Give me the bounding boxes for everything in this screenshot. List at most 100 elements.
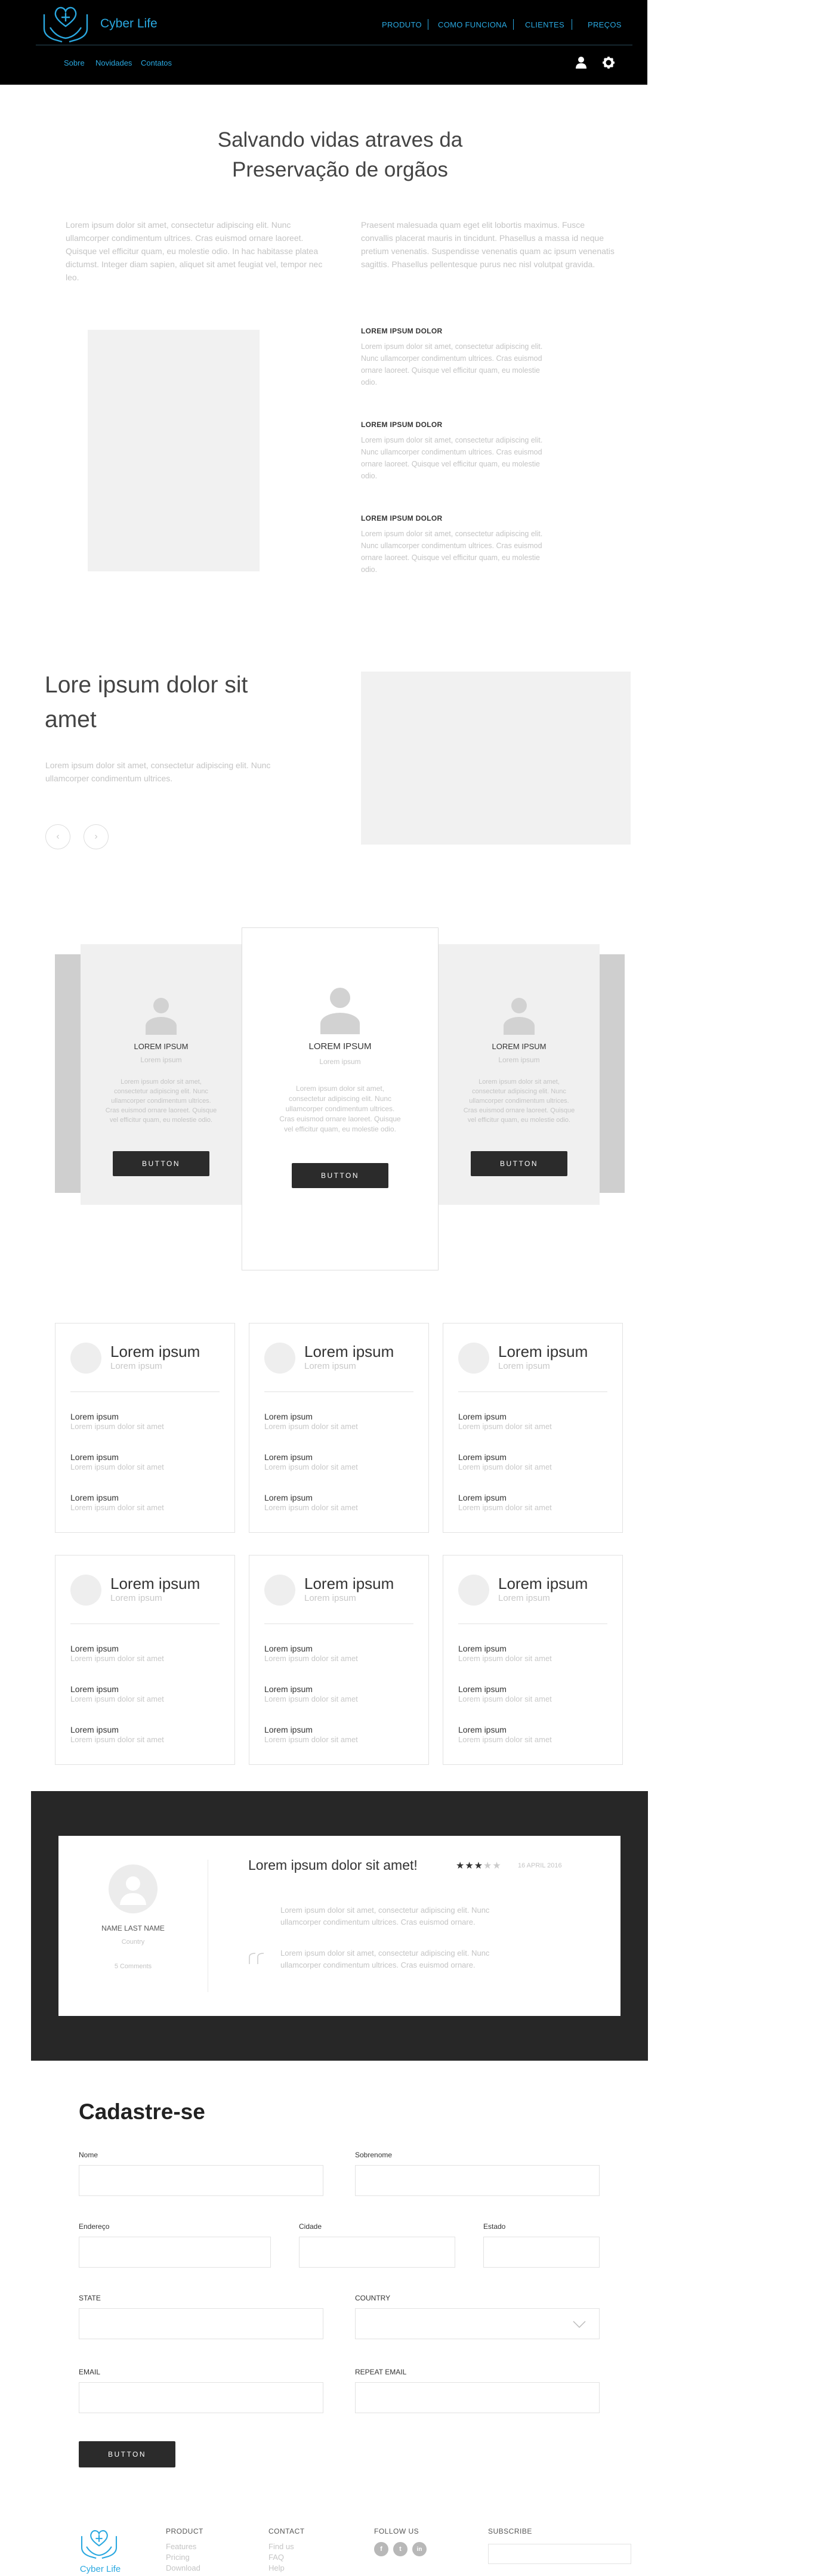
list-card: Lorem ipsum Lorem ipsum Lorem ipsum Lorem i… bbox=[443, 1555, 623, 1765]
footer-link-find-us[interactable]: Find us bbox=[268, 2542, 294, 2551]
list-card-title: Lorem ipsum bbox=[498, 1343, 588, 1360]
pricing-card-featured: LOREM IPSUM Lorem ipsum Lorem ipsum dolo… bbox=[242, 927, 439, 1270]
avatar bbox=[70, 1575, 101, 1606]
avatar bbox=[264, 1575, 295, 1606]
list-item-desc: Lorem ipsum dolor sit amet bbox=[70, 1462, 164, 1471]
list-item-title[interactable]: Lorem ipsum bbox=[264, 1644, 313, 1653]
list-card: Lorem ipsum Lorem ipsum Lorem ipsum Lorem i… bbox=[249, 1323, 429, 1533]
list-item-title[interactable]: Lorem ipsum bbox=[70, 1644, 119, 1653]
nav-produto[interactable]: PRODUTO bbox=[382, 20, 422, 29]
footer-link-pricing[interactable]: Pricing bbox=[166, 2553, 190, 2562]
label-email: EMAIL bbox=[79, 2368, 101, 2376]
list-item-title[interactable]: Lorem ipsum bbox=[264, 1452, 313, 1462]
list-item-title[interactable]: Lorem ipsum bbox=[264, 1412, 313, 1421]
footer-link-help[interactable]: Help bbox=[268, 2563, 285, 2572]
list-item-title[interactable]: Lorem ipsum bbox=[264, 1493, 313, 1502]
avatar bbox=[264, 1343, 295, 1374]
twitter-icon[interactable]: t bbox=[393, 2542, 407, 2556]
user-icon[interactable] bbox=[575, 56, 587, 72]
list-item-title[interactable]: Lorem ipsum bbox=[70, 1684, 119, 1694]
top-navbar bbox=[0, 0, 647, 85]
list-card-subtitle: Lorem ipsum bbox=[498, 1593, 550, 1603]
pricing-card-text: Lorem ipsum dolor sit amet, consectetur … bbox=[463, 1078, 575, 1124]
country-select[interactable] bbox=[355, 2308, 600, 2339]
review-text: Lorem ipsum dolor sit amet, consectetur … bbox=[280, 1949, 490, 1969]
nome-input[interactable] bbox=[79, 2165, 323, 2196]
list-item-title[interactable]: Lorem ipsum bbox=[70, 1412, 119, 1421]
footer-logo-icon[interactable] bbox=[74, 2526, 124, 2564]
estado-input[interactable] bbox=[483, 2237, 600, 2268]
list-item-title[interactable]: Lorem ipsum bbox=[264, 1725, 313, 1734]
list-item-desc: Lorem ipsum dolor sit amet bbox=[70, 1694, 164, 1703]
list-item-title[interactable]: Lorem ipsum bbox=[70, 1493, 119, 1502]
nav-clientes[interactable]: CLIENTES bbox=[525, 20, 564, 29]
gear-icon[interactable] bbox=[602, 56, 615, 72]
label-sobrenome: Sobrenome bbox=[355, 2151, 393, 2159]
subnav-contatos[interactable]: Contatos bbox=[141, 58, 172, 67]
repeat-email-input[interactable] bbox=[355, 2382, 600, 2413]
list-item-title[interactable]: Lorem ipsum bbox=[458, 1412, 507, 1421]
list-card-divider bbox=[70, 1623, 220, 1624]
endereco-input[interactable] bbox=[79, 2237, 271, 2268]
list-item-title[interactable]: Lorem ipsum bbox=[70, 1725, 119, 1734]
pricing-card-text: Lorem ipsum dolor sit amet, consectetur … bbox=[279, 1084, 401, 1133]
list-item-title[interactable]: Lorem ipsum bbox=[264, 1684, 313, 1694]
quote-icon bbox=[248, 1952, 266, 1968]
footer-product-heading: PRODUCT bbox=[166, 2527, 203, 2535]
pricing-card-button[interactable]: BUTTON bbox=[292, 1163, 388, 1188]
pricing-card-title: LOREM IPSUM bbox=[308, 1041, 372, 1052]
state-input[interactable] bbox=[79, 2308, 323, 2339]
pricing-card-button[interactable]: BUTTON bbox=[113, 1151, 209, 1176]
subnav-novidades[interactable]: Novidades bbox=[95, 58, 132, 67]
feature-text: Lorem ipsum dolor sit amet, consectetur … bbox=[361, 436, 543, 480]
chevron-right-icon: › bbox=[94, 831, 98, 842]
email-input[interactable] bbox=[79, 2382, 323, 2413]
feature-item: LOREM IPSUM DOLOR Lorem ipsum dolor sit … bbox=[361, 514, 552, 576]
hero-title-line: Salvando vidas atraves da bbox=[217, 128, 463, 151]
list-item-desc: Lorem ipsum dolor sit amet bbox=[264, 1654, 358, 1663]
slider-title-line: amet bbox=[45, 707, 97, 732]
reviewer-country: Country bbox=[121, 1938, 145, 1946]
list-card-subtitle: Lorem ipsum bbox=[304, 1361, 356, 1371]
footer-subscribe-heading: SUBSCRIBE bbox=[488, 2527, 532, 2535]
list-item-title[interactable]: Lorem ipsum bbox=[458, 1644, 507, 1653]
submit-button[interactable]: BUTTON bbox=[79, 2441, 175, 2467]
feature-title: LOREM IPSUM DOLOR bbox=[361, 327, 443, 335]
list-card: Lorem ipsum Lorem ipsum Lorem ipsum Lorem i… bbox=[55, 1323, 235, 1533]
footer-link-features[interactable]: Features bbox=[166, 2542, 196, 2551]
footer-follow-heading: FOLLOW US bbox=[374, 2527, 419, 2535]
pricing-card-button[interactable]: BUTTON bbox=[471, 1151, 567, 1176]
hero-title: Salvando vidas atraves da Preservação de… bbox=[179, 125, 501, 185]
sobrenome-input[interactable] bbox=[355, 2165, 600, 2196]
list-item-desc: Lorem ipsum dolor sit amet bbox=[458, 1462, 552, 1471]
list-item-title[interactable]: Lorem ipsum bbox=[458, 1452, 507, 1462]
footer-link-download[interactable]: Download bbox=[166, 2563, 200, 2572]
avatar bbox=[458, 1343, 489, 1374]
brand-name[interactable]: Cyber Life bbox=[100, 17, 158, 31]
reviewer-name: NAME LAST NAME bbox=[101, 1924, 165, 1932]
nav-precos[interactable]: PREÇOS bbox=[588, 20, 622, 29]
subscribe-input[interactable] bbox=[488, 2544, 631, 2564]
pricing-card: LOREM IPSUM Lorem ipsum Lorem ipsum dolo… bbox=[439, 944, 600, 1205]
footer-brand[interactable]: Cyber Life bbox=[74, 2564, 126, 2574]
feature-text: Lorem ipsum dolor sit amet, consectetur … bbox=[361, 342, 543, 386]
nav-como-funciona[interactable]: COMO FUNCIONA bbox=[438, 20, 507, 29]
footer-link-faq[interactable]: FAQ bbox=[268, 2553, 284, 2562]
list-item-title[interactable]: Lorem ipsum bbox=[70, 1452, 119, 1462]
star-icon: ★★★ bbox=[456, 1861, 484, 1871]
list-item-title[interactable]: Lorem ipsum bbox=[458, 1725, 507, 1734]
reviewer-comments[interactable]: 5 Comments bbox=[58, 1963, 208, 1970]
facebook-icon[interactable]: f bbox=[374, 2542, 388, 2556]
label-estado: Estado bbox=[483, 2222, 506, 2231]
list-item-title[interactable]: Lorem ipsum bbox=[458, 1493, 507, 1502]
pricing-card-title: LOREM IPSUM bbox=[492, 1042, 547, 1051]
cidade-input[interactable] bbox=[299, 2237, 455, 2268]
list-item-title[interactable]: Lorem ipsum bbox=[458, 1684, 507, 1694]
slider-next-button[interactable]: › bbox=[84, 824, 109, 849]
instagram-icon[interactable]: in bbox=[412, 2542, 427, 2556]
list-card: Lorem ipsum Lorem ipsum Lorem ipsum Lorem i… bbox=[55, 1555, 235, 1765]
avatar-icon bbox=[146, 998, 177, 1036]
logo-icon[interactable] bbox=[36, 2, 95, 48]
slider-prev-button[interactable]: ‹ bbox=[45, 824, 70, 849]
subnav-sobre[interactable]: Sobre bbox=[64, 58, 85, 67]
